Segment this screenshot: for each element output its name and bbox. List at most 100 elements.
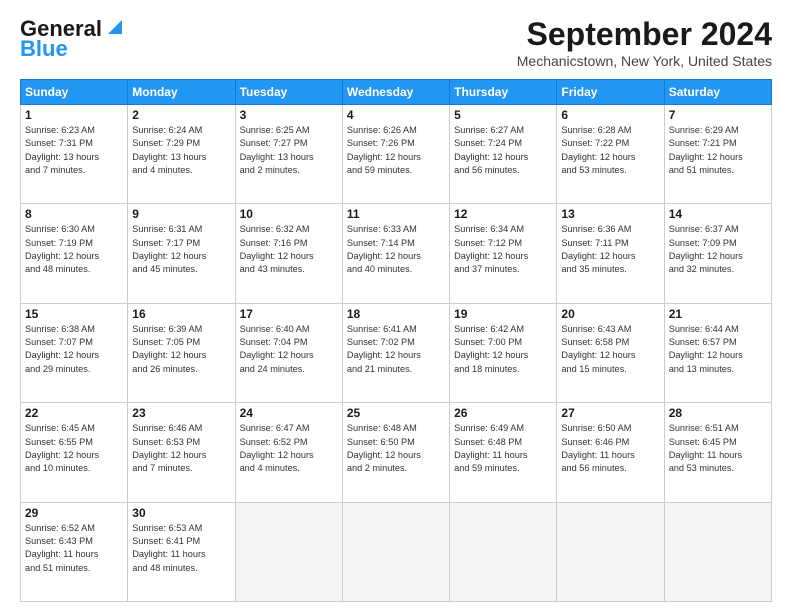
calendar-cell: 4 Sunrise: 6:26 AM Sunset: 7:26 PM Daylig… [342,105,449,204]
day-number: 9 [132,207,230,221]
day-info: Sunrise: 6:41 AM Sunset: 7:02 PM Dayligh… [347,323,445,376]
day-number: 24 [240,406,338,420]
calendar-cell: 3 Sunrise: 6:25 AM Sunset: 7:27 PM Daylig… [235,105,342,204]
day-info: Sunrise: 6:25 AM Sunset: 7:27 PM Dayligh… [240,124,338,177]
day-number: 17 [240,307,338,321]
calendar-cell: 11 Sunrise: 6:33 AM Sunset: 7:14 PM Dayli… [342,204,449,303]
day-number: 19 [454,307,552,321]
calendar-cell: 27 Sunrise: 6:50 AM Sunset: 6:46 PM Dayli… [557,403,664,502]
day-info: Sunrise: 6:33 AM Sunset: 7:14 PM Dayligh… [347,223,445,276]
day-info: Sunrise: 6:40 AM Sunset: 7:04 PM Dayligh… [240,323,338,376]
day-number: 26 [454,406,552,420]
day-info: Sunrise: 6:37 AM Sunset: 7:09 PM Dayligh… [669,223,767,276]
calendar-cell: 18 Sunrise: 6:41 AM Sunset: 7:02 PM Dayli… [342,303,449,402]
day-info: Sunrise: 6:45 AM Sunset: 6:55 PM Dayligh… [25,422,123,475]
day-info: Sunrise: 6:43 AM Sunset: 6:58 PM Dayligh… [561,323,659,376]
day-number: 21 [669,307,767,321]
logo-blue: Blue [20,36,68,62]
weekday-header-tuesday: Tuesday [235,80,342,105]
day-info: Sunrise: 6:52 AM Sunset: 6:43 PM Dayligh… [25,522,123,575]
day-info: Sunrise: 6:39 AM Sunset: 7:05 PM Dayligh… [132,323,230,376]
weekday-header-wednesday: Wednesday [342,80,449,105]
day-info: Sunrise: 6:23 AM Sunset: 7:31 PM Dayligh… [25,124,123,177]
calendar-cell [557,502,664,601]
weekday-header-row: SundayMondayTuesdayWednesdayThursdayFrid… [21,80,772,105]
logo-triangle-icon [104,16,126,38]
calendar-cell: 14Sunrise: 6:37 AM Sunset: 7:09 PM Dayli… [664,204,771,303]
weekday-header-monday: Monday [128,80,235,105]
day-number: 12 [454,207,552,221]
calendar-cell: 19 Sunrise: 6:42 AM Sunset: 7:00 PM Dayli… [450,303,557,402]
title-block: September 2024 Mechanicstown, New York, … [517,16,772,69]
calendar-cell: 6 Sunrise: 6:28 AM Sunset: 7:22 PM Daylig… [557,105,664,204]
calendar-week-row: 1Sunrise: 6:23 AM Sunset: 7:31 PM Daylig… [21,105,772,204]
month-title: September 2024 [517,16,772,53]
day-info: Sunrise: 6:53 AM Sunset: 6:41 PM Dayligh… [132,522,230,575]
subtitle: Mechanicstown, New York, United States [517,53,772,69]
calendar-cell: 30 Sunrise: 6:53 AM Sunset: 6:41 PM Dayli… [128,502,235,601]
day-info: Sunrise: 6:24 AM Sunset: 7:29 PM Dayligh… [132,124,230,177]
weekday-header-saturday: Saturday [664,80,771,105]
calendar-cell: 17 Sunrise: 6:40 AM Sunset: 7:04 PM Dayli… [235,303,342,402]
weekday-header-sunday: Sunday [21,80,128,105]
day-number: 18 [347,307,445,321]
calendar-week-row: 8 Sunrise: 6:30 AM Sunset: 7:19 PM Daylig… [21,204,772,303]
day-number: 25 [347,406,445,420]
calendar-cell: 5 Sunrise: 6:27 AM Sunset: 7:24 PM Daylig… [450,105,557,204]
day-number: 6 [561,108,659,122]
day-info: Sunrise: 6:36 AM Sunset: 7:11 PM Dayligh… [561,223,659,276]
calendar-cell: 16 Sunrise: 6:39 AM Sunset: 7:05 PM Dayli… [128,303,235,402]
day-info: Sunrise: 6:26 AM Sunset: 7:26 PM Dayligh… [347,124,445,177]
day-number: 4 [347,108,445,122]
day-number: 30 [132,506,230,520]
day-number: 15 [25,307,123,321]
page: General Blue September 2024 Mechanicstow… [0,0,792,612]
calendar-cell: 23Sunrise: 6:46 AM Sunset: 6:53 PM Dayli… [128,403,235,502]
day-number: 27 [561,406,659,420]
logo: General Blue [20,16,126,62]
calendar-cell: 9 Sunrise: 6:31 AM Sunset: 7:17 PM Daylig… [128,204,235,303]
calendar-cell: 2Sunrise: 6:24 AM Sunset: 7:29 PM Daylig… [128,105,235,204]
calendar-cell: 28Sunrise: 6:51 AM Sunset: 6:45 PM Dayli… [664,403,771,502]
header: General Blue September 2024 Mechanicstow… [20,16,772,69]
day-info: Sunrise: 6:38 AM Sunset: 7:07 PM Dayligh… [25,323,123,376]
calendar-cell: 7Sunrise: 6:29 AM Sunset: 7:21 PM Daylig… [664,105,771,204]
calendar-cell: 24 Sunrise: 6:47 AM Sunset: 6:52 PM Dayli… [235,403,342,502]
day-number: 3 [240,108,338,122]
calendar-cell [664,502,771,601]
day-info: Sunrise: 6:50 AM Sunset: 6:46 PM Dayligh… [561,422,659,475]
calendar-week-row: 22 Sunrise: 6:45 AM Sunset: 6:55 PM Dayli… [21,403,772,502]
day-number: 10 [240,207,338,221]
calendar-cell [342,502,449,601]
day-info: Sunrise: 6:27 AM Sunset: 7:24 PM Dayligh… [454,124,552,177]
day-info: Sunrise: 6:34 AM Sunset: 7:12 PM Dayligh… [454,223,552,276]
day-info: Sunrise: 6:30 AM Sunset: 7:19 PM Dayligh… [25,223,123,276]
day-info: Sunrise: 6:42 AM Sunset: 7:00 PM Dayligh… [454,323,552,376]
calendar-cell: 20Sunrise: 6:43 AM Sunset: 6:58 PM Dayli… [557,303,664,402]
weekday-header-friday: Friday [557,80,664,105]
day-number: 11 [347,207,445,221]
day-number: 16 [132,307,230,321]
calendar-cell: 13 Sunrise: 6:36 AM Sunset: 7:11 PM Dayli… [557,204,664,303]
calendar-cell: 26Sunrise: 6:49 AM Sunset: 6:48 PM Dayli… [450,403,557,502]
day-number: 23 [132,406,230,420]
calendar-cell [235,502,342,601]
day-info: Sunrise: 6:47 AM Sunset: 6:52 PM Dayligh… [240,422,338,475]
day-info: Sunrise: 6:31 AM Sunset: 7:17 PM Dayligh… [132,223,230,276]
calendar-cell: 25Sunrise: 6:48 AM Sunset: 6:50 PM Dayli… [342,403,449,502]
calendar-cell: 29Sunrise: 6:52 AM Sunset: 6:43 PM Dayli… [21,502,128,601]
day-number: 5 [454,108,552,122]
calendar-cell: 21 Sunrise: 6:44 AM Sunset: 6:57 PM Dayli… [664,303,771,402]
calendar-cell: 15 Sunrise: 6:38 AM Sunset: 7:07 PM Dayli… [21,303,128,402]
calendar-cell: 8 Sunrise: 6:30 AM Sunset: 7:19 PM Daylig… [21,204,128,303]
day-info: Sunrise: 6:28 AM Sunset: 7:22 PM Dayligh… [561,124,659,177]
calendar-cell: 12 Sunrise: 6:34 AM Sunset: 7:12 PM Dayli… [450,204,557,303]
calendar-cell [450,502,557,601]
day-number: 28 [669,406,767,420]
day-info: Sunrise: 6:44 AM Sunset: 6:57 PM Dayligh… [669,323,767,376]
calendar-week-row: 15 Sunrise: 6:38 AM Sunset: 7:07 PM Dayli… [21,303,772,402]
calendar-table: SundayMondayTuesdayWednesdayThursdayFrid… [20,79,772,602]
day-number: 13 [561,207,659,221]
day-number: 22 [25,406,123,420]
day-number: 8 [25,207,123,221]
